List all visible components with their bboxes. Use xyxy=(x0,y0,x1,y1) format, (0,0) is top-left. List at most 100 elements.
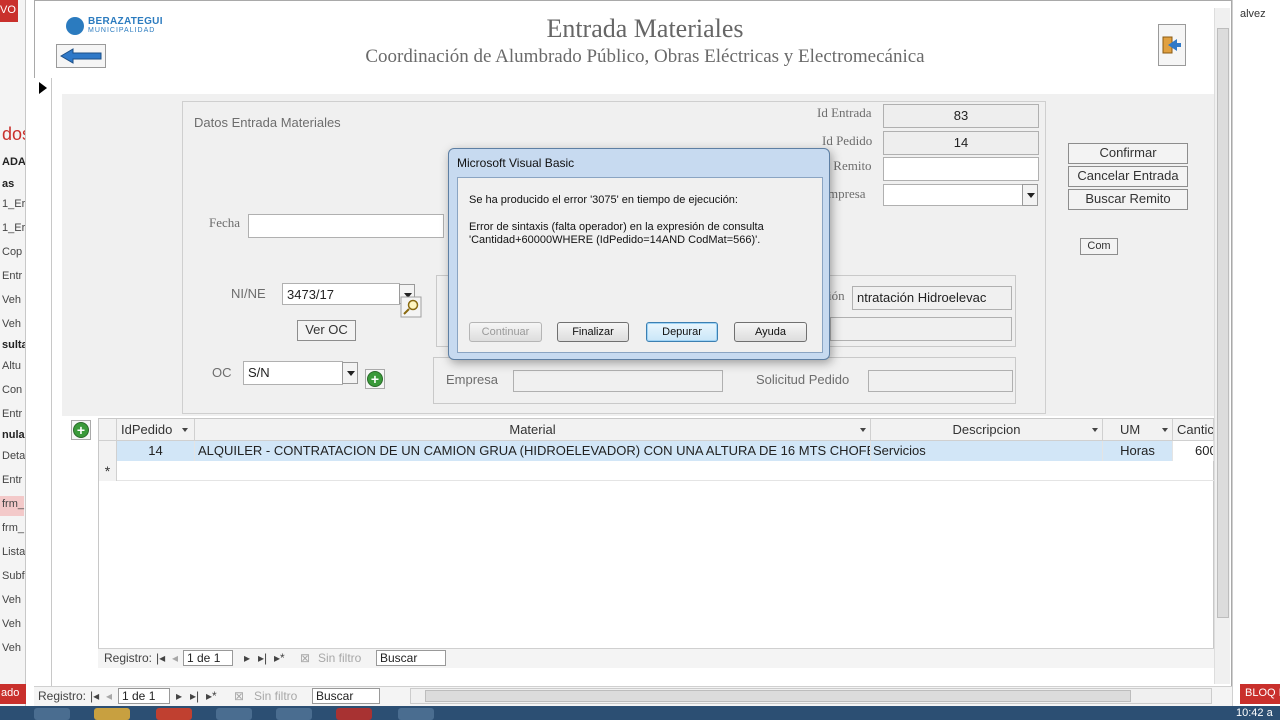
nav-pane-item[interactable]: Altu xyxy=(2,360,21,372)
new-row-marker[interactable]: * xyxy=(99,461,117,481)
descripcion-extra-field[interactable] xyxy=(830,317,1012,341)
previous-record-icon[interactable]: ◂ xyxy=(106,689,112,703)
record-selector[interactable] xyxy=(34,78,52,686)
taskbar-app-icon[interactable] xyxy=(34,708,70,720)
nav-pane-item[interactable]: Veh xyxy=(2,642,21,654)
nav-pane-item-selected[interactable]: frm_ xyxy=(0,496,24,516)
exit-button[interactable] xyxy=(1158,24,1186,66)
grid-search-field[interactable]: Buscar xyxy=(376,650,446,666)
cell-idpedido[interactable]: 14 xyxy=(117,441,195,461)
nav-pane-item[interactable]: 1_Er xyxy=(2,222,25,234)
nav-pane-group[interactable]: sulta xyxy=(2,339,25,351)
record-position-field[interactable]: 1 de 1 xyxy=(118,688,170,704)
ayuda-button[interactable]: Ayuda xyxy=(734,322,807,342)
logo-mark-icon xyxy=(66,17,84,35)
oc-combo[interactable]: S/N xyxy=(243,361,343,385)
nav-pane-item[interactable]: 1_Er xyxy=(2,198,25,210)
continuar-button[interactable]: Continuar xyxy=(469,322,542,342)
record-position-field[interactable]: 1 de 1 xyxy=(183,650,233,666)
row-selector[interactable] xyxy=(99,441,117,461)
nav-pane-item[interactable]: Entr xyxy=(2,270,22,282)
next-record-icon[interactable]: ▸ xyxy=(244,651,250,665)
cell-cantidad[interactable]: 600 xyxy=(1173,441,1214,461)
new-row[interactable] xyxy=(117,461,1214,481)
descripcion-label: ión xyxy=(828,288,845,303)
taskbar-app-icon[interactable] xyxy=(216,708,252,720)
finalizar-button[interactable]: Finalizar xyxy=(557,322,629,342)
column-header-um[interactable]: UM xyxy=(1103,419,1173,441)
filter-toggle[interactable]: Sin filtro xyxy=(318,651,361,665)
nav-pane-item[interactable]: Veh xyxy=(2,618,21,630)
empresa-combo[interactable] xyxy=(883,184,1023,206)
nav-pane-item[interactable]: Veh xyxy=(2,294,21,306)
nav-pane-item[interactable]: Entr xyxy=(2,474,22,486)
ver-oc-button[interactable]: Ver OC xyxy=(297,320,356,341)
nav-pane-item[interactable]: Entr xyxy=(2,408,22,420)
last-record-icon[interactable]: ▸| xyxy=(258,651,267,665)
sort-arrow-icon[interactable] xyxy=(1162,428,1168,432)
last-record-icon[interactable]: ▸| xyxy=(190,689,199,703)
access-icon[interactable] xyxy=(336,708,372,720)
form-search-field[interactable]: Buscar xyxy=(312,688,380,704)
nav-pane-item[interactable]: Veh xyxy=(2,594,21,606)
nav-pane-group[interactable]: as xyxy=(2,178,14,190)
id-pedido-field[interactable]: 14 xyxy=(883,131,1039,155)
taskbar-app-icon[interactable] xyxy=(398,708,434,720)
nav-pane-group[interactable]: nula xyxy=(2,429,25,441)
sort-arrow-icon[interactable] xyxy=(1092,428,1098,432)
filter-toggle[interactable]: Sin filtro xyxy=(254,689,297,703)
nav-pane-item[interactable]: ADA xyxy=(2,156,25,168)
confirmar-button[interactable]: Confirmar xyxy=(1068,143,1188,164)
id-entrada-field[interactable]: 83 xyxy=(883,104,1039,128)
remito-field[interactable] xyxy=(883,157,1039,181)
cell-um[interactable]: Horas xyxy=(1103,441,1173,461)
sort-arrow-icon[interactable] xyxy=(860,428,866,432)
next-record-icon[interactable]: ▸ xyxy=(176,689,182,703)
cancelar-entrada-button[interactable]: Cancelar Entrada xyxy=(1068,166,1188,187)
scroll-thumb[interactable] xyxy=(1217,28,1229,618)
nine-label: NI/NE xyxy=(231,286,266,301)
oc-dropdown-button[interactable] xyxy=(342,362,358,384)
nav-pane-item[interactable]: Veh xyxy=(2,318,21,330)
horizontal-scrollbar[interactable] xyxy=(410,688,1212,704)
previous-record-icon[interactable]: ◂ xyxy=(172,651,178,665)
depurar-button[interactable]: Depurar xyxy=(646,322,718,342)
descripcion-field[interactable]: ntratación Hidroelevac xyxy=(852,286,1012,310)
fecha-field[interactable] xyxy=(248,214,444,238)
select-all-corner[interactable] xyxy=(99,419,117,441)
first-record-icon[interactable]: |◂ xyxy=(156,651,165,665)
solicitud-field[interactable] xyxy=(868,370,1013,392)
nine-combo[interactable]: 3473/17 xyxy=(282,283,400,305)
nav-pane-item[interactable]: frm_ xyxy=(2,522,24,534)
column-header-descripcion[interactable]: Descripcion xyxy=(871,419,1103,441)
cell-descripcion[interactable]: Servicios xyxy=(871,441,1103,461)
buscar-remito-button[interactable]: Buscar Remito xyxy=(1068,189,1188,210)
back-button[interactable] xyxy=(56,44,106,68)
nav-pane-item[interactable]: Subf xyxy=(2,570,25,582)
column-header-material[interactable]: Material xyxy=(195,419,871,441)
folder-icon[interactable] xyxy=(94,708,130,720)
vertical-scrollbar[interactable] xyxy=(1214,8,1230,684)
empresa2-field[interactable] xyxy=(513,370,723,392)
scroll-thumb[interactable] xyxy=(425,690,1131,702)
cell-material[interactable]: ALQUILER - CONTRATACION DE UN CAMION GRU… xyxy=(195,441,871,461)
new-record-icon[interactable]: ▸* xyxy=(206,689,217,703)
ribbon-tab-fragment[interactable]: VO xyxy=(0,0,18,22)
taskbar-app-icon[interactable] xyxy=(276,708,312,720)
nav-pane-item[interactable]: Lista xyxy=(2,546,25,558)
status-bar-mode: ado xyxy=(0,684,26,704)
new-record-icon[interactable]: ▸* xyxy=(274,651,285,665)
nav-pane-item[interactable]: Cop xyxy=(2,246,22,258)
browser-icon[interactable] xyxy=(156,708,192,720)
nav-pane-item[interactable]: Deta xyxy=(2,450,25,462)
com-button[interactable]: Com xyxy=(1080,238,1118,255)
column-header-idpedido[interactable]: IdPedido xyxy=(117,419,195,441)
first-record-icon[interactable]: |◂ xyxy=(90,689,99,703)
nav-pane-item[interactable]: Con xyxy=(2,384,22,396)
column-header-cantidad[interactable]: Cantic xyxy=(1173,419,1214,441)
empresa-dropdown-button[interactable] xyxy=(1022,184,1038,206)
sort-arrow-icon[interactable] xyxy=(182,428,188,432)
error-message: Se ha producido el error '3075' en tiemp… xyxy=(469,194,738,206)
system-clock: 10:42 a xyxy=(1236,707,1273,719)
search-lookup-icon[interactable] xyxy=(400,296,422,318)
